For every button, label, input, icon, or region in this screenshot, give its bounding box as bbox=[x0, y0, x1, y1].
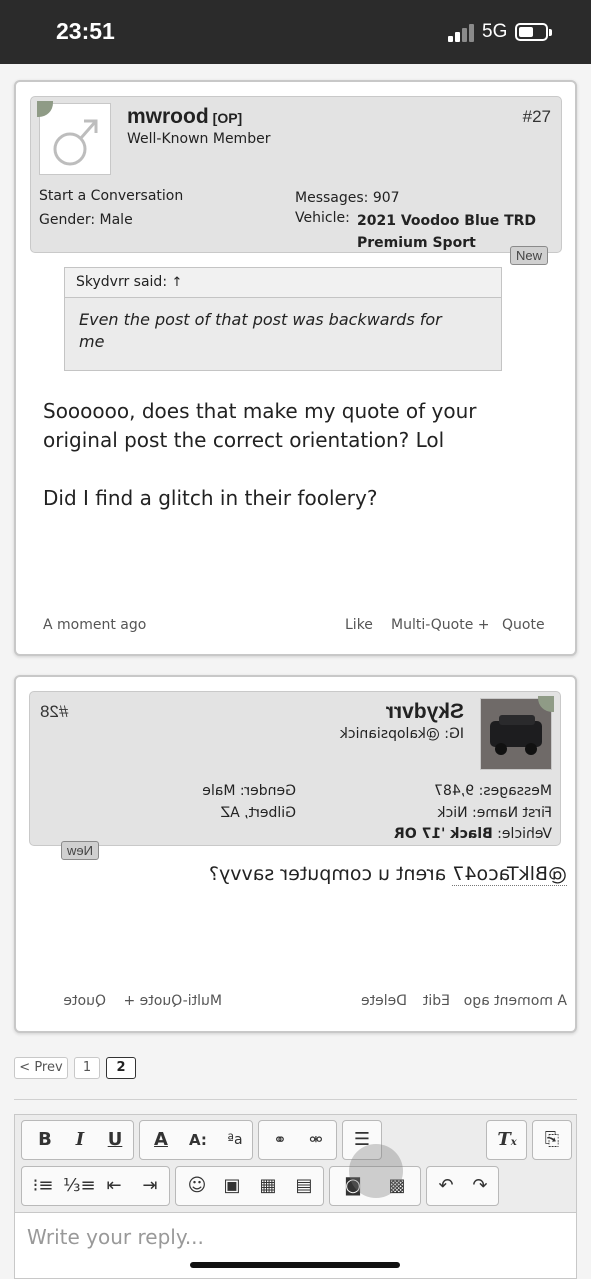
user-title: IG: @kalopsianick bbox=[339, 726, 464, 742]
op-badge: [OP] bbox=[212, 110, 243, 126]
italic-icon[interactable]: I bbox=[65, 1121, 95, 1159]
avatar[interactable] bbox=[37, 101, 111, 175]
gender-row: Gender: Male bbox=[39, 212, 133, 228]
indent-icon[interactable]: ⇥ bbox=[135, 1167, 165, 1205]
quote-header: Skydvrr said: ↑ bbox=[65, 268, 501, 298]
multi-quote-button[interactable]: Multi-Quote + bbox=[391, 617, 490, 633]
undo-icon[interactable]: ↶ bbox=[431, 1167, 461, 1205]
post-timestamp[interactable]: A moment ago bbox=[43, 617, 146, 633]
user-mention-link[interactable]: @BlkTaco47 bbox=[452, 863, 567, 886]
user-title: Well-Known Member bbox=[127, 131, 271, 147]
insert-group: ☺ ▣ ▦ ▤ bbox=[175, 1166, 324, 1206]
male-icon bbox=[53, 119, 98, 166]
like-button[interactable]: Like bbox=[345, 617, 373, 633]
font-group: A A: ªa bbox=[139, 1120, 253, 1160]
mirrored-content: Skydvrr IG: @kalopsianick #28 Messages: … bbox=[16, 677, 575, 1031]
multi-quote-button[interactable]: Multi-Quote + bbox=[123, 993, 222, 1009]
post-body: Soooooo, does that make my quote of your… bbox=[43, 399, 477, 452]
user-info-box: mwrood [OP] Well-Known Member #27 Start a… bbox=[30, 96, 562, 253]
messages-row: Messages: 9,487 bbox=[434, 783, 552, 799]
outdent-icon[interactable]: ⇤ bbox=[99, 1167, 129, 1205]
floating-button[interactable] bbox=[349, 1144, 403, 1198]
draft-group: ⎘ bbox=[532, 1120, 572, 1160]
battery-icon bbox=[515, 23, 548, 41]
gender-row: Gender: Male bbox=[202, 783, 296, 799]
first-name-row: First Name: Nick bbox=[437, 805, 552, 821]
media-icon[interactable]: ▦ bbox=[253, 1167, 283, 1205]
avatar[interactable] bbox=[480, 696, 554, 770]
remove-format-group: Tx bbox=[486, 1120, 527, 1160]
page-1-button[interactable]: 1 bbox=[74, 1057, 100, 1079]
underline-icon[interactable]: U bbox=[100, 1121, 130, 1159]
text-style-group: B I U bbox=[21, 1120, 134, 1160]
post-27: mwrood [OP] Well-Known Member #27 Start a… bbox=[14, 80, 577, 656]
prev-page-button[interactable]: < Prev bbox=[14, 1057, 68, 1079]
vehicle-row: Vehicle: bbox=[295, 210, 350, 226]
post-body: @BlkTaco47 arent u computer savvy? bbox=[208, 863, 567, 886]
quote-button[interactable]: Quote bbox=[502, 617, 545, 633]
bold-icon[interactable]: B bbox=[30, 1121, 60, 1159]
text-color-icon[interactable]: A bbox=[146, 1121, 176, 1159]
post-timestamp[interactable]: A moment ago bbox=[464, 993, 567, 1009]
bullet-list-icon[interactable]: ⁝≡ bbox=[28, 1167, 58, 1205]
clock: 23:51 bbox=[56, 18, 115, 44]
start-conversation-link[interactable]: Start a Conversation bbox=[39, 188, 183, 204]
font-family-icon[interactable]: ªa bbox=[220, 1121, 250, 1159]
post-number[interactable]: #28 bbox=[40, 702, 68, 722]
reply-placeholder: Write your reply... bbox=[27, 1225, 204, 1249]
list-group: ⁝≡ ⅓≡ ⇤ ⇥ bbox=[21, 1166, 170, 1206]
image-icon[interactable]: ▣ bbox=[217, 1167, 247, 1205]
remove-format-icon[interactable]: Tx bbox=[492, 1121, 522, 1159]
numbered-list-icon[interactable]: ⅓≡ bbox=[63, 1167, 96, 1205]
link-group: ⚭ ⚮ bbox=[258, 1120, 337, 1160]
new-badge: New bbox=[510, 246, 549, 265]
username[interactable]: mwrood [OP] bbox=[127, 105, 242, 129]
messages-row: Messages: 907 bbox=[295, 190, 400, 206]
insert-template-icon[interactable]: ▤ bbox=[289, 1167, 319, 1205]
unlink-icon[interactable]: ⚮ bbox=[301, 1121, 331, 1159]
status-bar: 23:51 5G bbox=[0, 0, 591, 64]
vehicle-row: Vehicle: Black '17 OR bbox=[394, 826, 552, 842]
post-body-line: Did I find a glitch in their foolery? bbox=[43, 486, 378, 510]
signal-icon bbox=[448, 24, 476, 42]
reply-editor: B I U A A: ªa ⚭ ⚮ ☰ Tx ⎘ ⁝≡ ⅓≡ ⇤ ⇥ ☺ ▣ ▦… bbox=[14, 1114, 577, 1279]
username[interactable]: Skydvrr bbox=[386, 700, 464, 724]
home-indicator[interactable] bbox=[190, 1262, 400, 1268]
quote-jump-icon[interactable]: ↑ bbox=[172, 275, 183, 290]
edit-button[interactable]: Edit bbox=[423, 993, 450, 1009]
font-size-icon[interactable]: A: bbox=[183, 1121, 213, 1159]
divider bbox=[14, 1099, 577, 1100]
post-28: Skydvrr IG: @kalopsianick #28 Messages: … bbox=[14, 675, 577, 1033]
quote-block: Skydvrr said: ↑ Even the post of that po… bbox=[64, 267, 502, 371]
quote-text: Even the post of that post was backwards… bbox=[79, 310, 442, 351]
restore-draft-icon[interactable]: ⎘ bbox=[537, 1121, 567, 1159]
history-group: ↶ ↷ bbox=[426, 1166, 499, 1206]
post-number[interactable]: #27 bbox=[523, 107, 551, 127]
location-value: Gilbert, AZ bbox=[220, 805, 296, 821]
network-label: 5G bbox=[482, 21, 508, 42]
reply-input[interactable]: Write your reply... bbox=[15, 1212, 576, 1278]
user-info-box: Skydvrr IG: @kalopsianick #28 Messages: … bbox=[29, 691, 561, 846]
page-2-button[interactable]: 2 bbox=[106, 1057, 136, 1079]
truck-photo bbox=[481, 699, 551, 769]
new-badge: New bbox=[60, 841, 99, 860]
smiley-icon[interactable]: ☺ bbox=[182, 1167, 212, 1205]
delete-button[interactable]: Delete bbox=[361, 993, 407, 1009]
redo-icon[interactable]: ↷ bbox=[465, 1167, 495, 1205]
quote-button[interactable]: Quote bbox=[63, 993, 106, 1009]
link-icon[interactable]: ⚭ bbox=[265, 1121, 295, 1159]
